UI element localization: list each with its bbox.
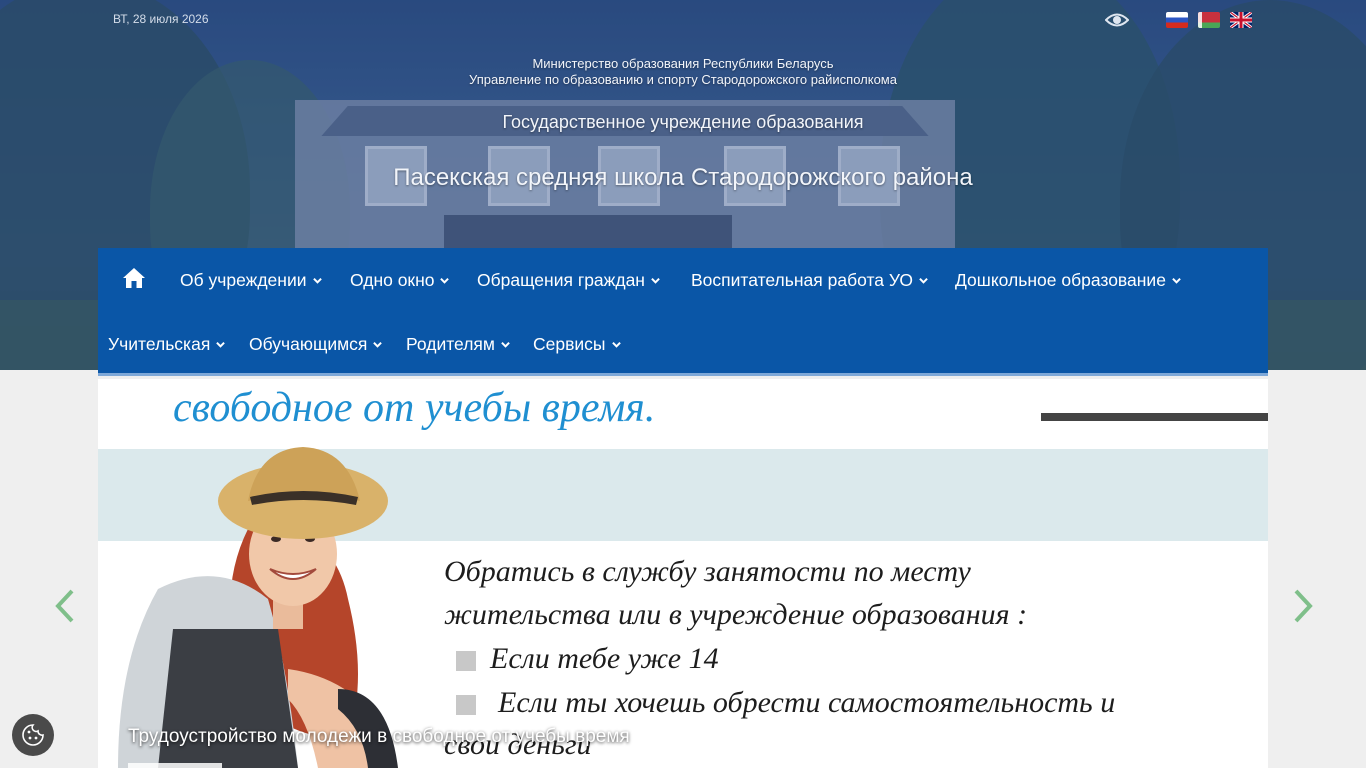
- slide-text-line: жительства или в учреждение образования …: [444, 598, 1028, 631]
- nav-item-label: Об учреждении: [180, 270, 307, 290]
- chevron-down-icon: [919, 277, 928, 284]
- nav-item-citizen-appeals[interactable]: Обращения граждан: [477, 267, 660, 293]
- nav-item-about[interactable]: Об учреждении: [180, 267, 322, 293]
- nav-item-label: Учительская: [108, 334, 211, 354]
- slide-headline: свободное от учебы время.: [173, 385, 656, 431]
- slide-bullet: Если ты хочешь обрести самостоятельность…: [498, 686, 1116, 719]
- nav-item-label: Сервисы: [533, 334, 606, 354]
- nav-item-label: Обучающимся: [249, 334, 368, 354]
- girl-with-hat-illustration: [118, 447, 398, 768]
- flag-ru-icon[interactable]: [1166, 12, 1188, 28]
- cookie-icon[interactable]: [12, 714, 54, 756]
- chevron-down-icon: [611, 341, 621, 348]
- nav-item-one-window[interactable]: Одно окно: [350, 267, 450, 293]
- chevron-down-icon: [312, 277, 322, 284]
- slide-decoration-line: [1041, 413, 1268, 421]
- checkbox-icon: [456, 695, 476, 715]
- nav-item-label: Воспитательная работа УО: [691, 270, 914, 290]
- nav-item-teachers[interactable]: Учительская: [108, 331, 226, 357]
- chevron-left-icon[interactable]: [52, 588, 78, 624]
- school-name[interactable]: Пасекская средняя школа Стародорожского …: [0, 164, 1366, 192]
- nav-item-label: Дошкольное образование: [955, 270, 1166, 290]
- nav-item-label: Обращения граждан: [477, 270, 645, 290]
- nav-item-preschool[interactable]: Дошкольное образование: [955, 267, 1181, 293]
- slide-progress-bar: [128, 763, 222, 768]
- main-navigation: Об учреждении Одно окно Обращения гражда…: [98, 248, 1268, 376]
- department-title: Управление по образованию и спорту Старо…: [469, 72, 897, 87]
- nav-item-label: Одно окно: [350, 270, 435, 290]
- nav-item-label: Родителям: [406, 334, 495, 354]
- flag-by-icon[interactable]: [1198, 12, 1220, 28]
- ministry-title: Министерство образования Республики Бела…: [532, 56, 834, 71]
- slide-bullet: Если тебе уже 14: [490, 642, 719, 675]
- chevron-down-icon: [216, 341, 226, 348]
- home-icon[interactable]: [122, 267, 146, 289]
- chevron-down-icon: [651, 277, 660, 284]
- chevron-down-icon: [501, 341, 510, 348]
- nav-item-parents[interactable]: Родителям: [406, 331, 510, 357]
- checkbox-icon: [456, 651, 476, 671]
- nav-item-services[interactable]: Сервисы: [533, 331, 621, 357]
- nav-item-students[interactable]: Обучающимся: [249, 331, 383, 357]
- flag-gb-icon[interactable]: [1230, 12, 1252, 28]
- chevron-down-icon: [1172, 277, 1181, 284]
- current-date: ВТ, 28 июля 2026: [113, 12, 209, 26]
- nav-item-educational-work[interactable]: Воспитательная работа УО: [691, 267, 928, 293]
- slide-caption[interactable]: Трудоустройство молодежи в свободное от …: [128, 726, 630, 748]
- chevron-right-icon[interactable]: [1290, 588, 1316, 624]
- org-type: Государственное учреждение образования: [502, 112, 864, 132]
- news-slider[interactable]: свободное от учебы время. Обратись в слу…: [98, 379, 1268, 768]
- slide-text-line: Обратись в службу занятости по месту: [444, 555, 971, 588]
- eye-icon[interactable]: [1104, 11, 1130, 29]
- chevron-down-icon: [373, 341, 383, 348]
- chevron-down-icon: [440, 277, 450, 284]
